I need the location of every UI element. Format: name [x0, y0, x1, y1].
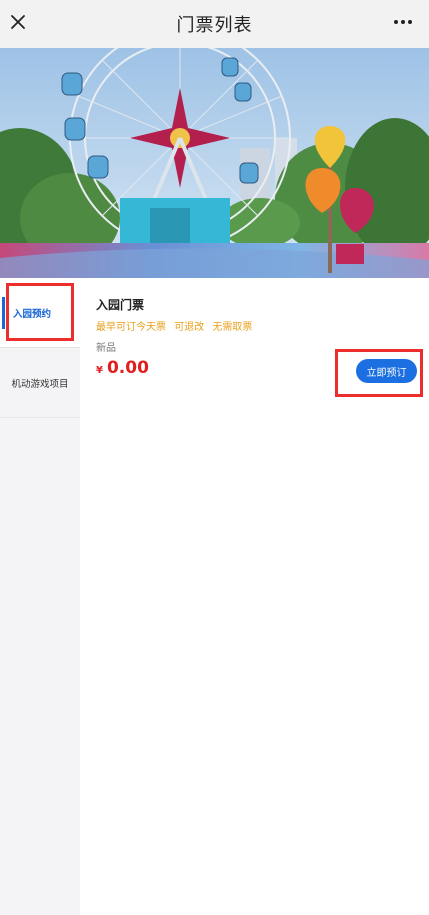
ticket-title: 入园门票: [96, 298, 145, 312]
ticket-subtitle: 新品: [96, 343, 116, 354]
navbar: 门票列表: [0, 0, 429, 48]
ticket-tags: 最早可订今天票 可退改 无需取票: [96, 318, 257, 333]
tag: 无需取票: [212, 322, 253, 333]
banner-illustration: [0, 48, 429, 278]
more-button[interactable]: [391, 10, 415, 34]
sidebar-item-park-entry[interactable]: 入园预约: [0, 278, 80, 348]
price-value: 0.00: [106, 358, 149, 378]
banner-image: [0, 48, 429, 278]
tag: 可退改: [174, 322, 205, 333]
currency-symbol: ¥: [96, 365, 103, 376]
sidebar-item-label: 机动游戏项目: [11, 378, 69, 390]
category-sidebar: 入园预约 机动游戏项目: [0, 278, 80, 915]
active-indicator: [2, 297, 5, 329]
close-icon: [11, 15, 25, 29]
page-title: 门票列表: [176, 15, 253, 36]
more-icon: [394, 20, 412, 24]
page: 门票列表 入园预约 机动游戏项目 入园门票 最早可订今天票 可退改 无需取票 新…: [0, 0, 429, 915]
highlight-box: [6, 283, 74, 341]
ticket-price: ¥0.00: [96, 358, 149, 378]
close-button[interactable]: [6, 10, 30, 34]
sidebar-item-rides[interactable]: 机动游戏项目: [0, 348, 80, 418]
tag: 最早可订今天票: [96, 322, 166, 333]
book-now-button[interactable]: 立即预订: [356, 359, 417, 383]
